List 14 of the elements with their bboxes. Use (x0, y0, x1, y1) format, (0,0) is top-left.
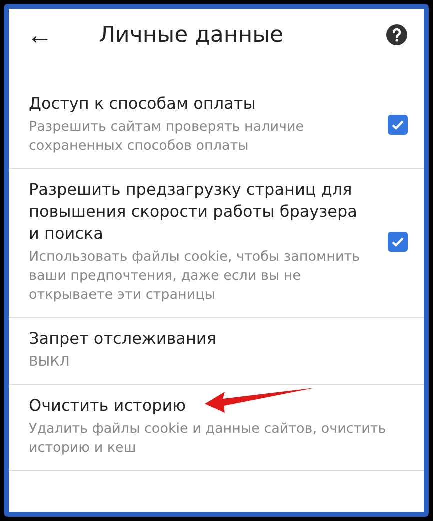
setting-description: Разрешить сайтам проверять наличие сохраненных способов оплаты (29, 118, 306, 156)
setting-title[interactable]: Запрет отслеживания (29, 328, 408, 350)
page-title: Личные данные (99, 22, 284, 48)
setting-title[interactable]: Очистить историю (29, 395, 408, 417)
help-icon[interactable] (386, 24, 408, 46)
back-button[interactable]: ← (25, 22, 55, 48)
checkmark-icon (391, 235, 405, 249)
setting-description: Удалить файлы cookie и данные сайтов, очистить историю и кеш (29, 420, 388, 458)
checkbox[interactable] (388, 232, 408, 252)
setting-description: Использовать файлы cookie, чтобы запомнить ваши предпочтения, даже если вы не открываете эти страницы (29, 248, 362, 305)
setting-title[interactable]: Доступ к способам оплаты (29, 93, 368, 115)
setting-title[interactable]: Разрешить предзагрузку страниц для повышения скорости работы браузера и поиска (29, 179, 368, 245)
checkbox[interactable] (388, 114, 408, 134)
setting-value: ВЫКЛ (29, 353, 71, 372)
